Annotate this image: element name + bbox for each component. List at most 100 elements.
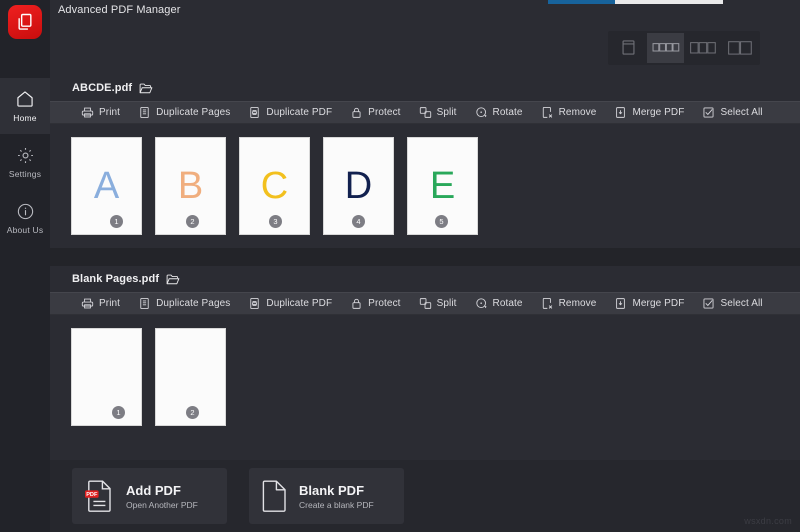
sidebar: Home Settings About Us <box>0 0 50 532</box>
toolbar-rotate[interactable]: Rotate <box>466 101 532 124</box>
checkbox-check-icon <box>702 106 715 119</box>
rotate-icon <box>475 297 488 310</box>
toolbar-duplicate-pdf[interactable]: Duplicate PDF <box>239 101 341 124</box>
view-mode-list[interactable] <box>647 32 684 63</box>
page-thumbnail[interactable]: D 4 <box>324 138 393 234</box>
remove-x-icon <box>541 106 554 119</box>
sidebar-item-home[interactable]: Home <box>0 78 50 134</box>
page-number-badge: 3 <box>269 215 282 228</box>
toolbar-rotate-label: Rotate <box>492 107 523 118</box>
toolbar-remove[interactable]: Remove <box>532 101 606 124</box>
toolbar-merge-pdf[interactable]: Merge PDF <box>605 292 693 315</box>
loading-progress-fill <box>548 0 615 4</box>
toolbar-protect[interactable]: Protect <box>341 292 409 315</box>
printer-icon <box>81 106 94 119</box>
app-title: Advanced PDF Manager <box>58 4 181 16</box>
pdf-file-add-icon: PDF <box>84 479 115 513</box>
loading-progress-bar <box>548 0 723 4</box>
blank-pdf-title: Blank PDF <box>299 482 365 498</box>
page-thumbnail[interactable]: B 2 <box>156 138 225 234</box>
toolbar-remove[interactable]: Remove <box>532 292 606 315</box>
page-thumbnail[interactable]: C 3 <box>240 138 309 234</box>
split-icon <box>419 297 432 310</box>
toolbar-split-label: Split <box>436 107 457 118</box>
document-toolbar: Print Duplicate Pages Duplicate PDF Prot… <box>50 101 800 124</box>
duplicate-pages-icon <box>138 297 151 310</box>
document-section-abcde: ABCDE.pdf Print Duplicate Pages Duplicat… <box>50 75 800 248</box>
toolbar-rotate-label: Rotate <box>492 298 523 309</box>
sidebar-item-label-settings: Settings <box>8 168 42 179</box>
rotate-icon <box>475 106 488 119</box>
section-divider <box>50 248 800 266</box>
toolbar-select-all[interactable]: Select All <box>693 101 771 124</box>
page-letter: D <box>344 165 373 207</box>
toolbar-print[interactable]: Print <box>72 101 129 124</box>
main-area: Advanced PDF Manager ABCDE.pdf Print Dup… <box>50 0 800 532</box>
add-pdf-button[interactable]: PDF Add PDF Open Another PDF <box>72 468 227 524</box>
view-mode-group <box>608 30 760 65</box>
document-header: Blank Pages.pdf <box>50 266 800 292</box>
three-column-icon <box>689 41 716 54</box>
page-number-badge: 1 <box>110 215 123 228</box>
page-thumbnail-list: 1 2 <box>50 315 800 439</box>
document-toolbar: Print Duplicate Pages Duplicate PDF Prot… <box>50 292 800 315</box>
toolbar-print[interactable]: Print <box>72 292 129 315</box>
sidebar-item-about-us[interactable]: About Us <box>0 190 50 246</box>
add-pdf-subtitle: Open Another PDF <box>126 499 198 510</box>
toolbar-split-label: Split <box>436 298 457 309</box>
blank-pdf-subtitle: Create a blank PDF <box>299 499 374 510</box>
open-folder-icon[interactable] <box>166 273 180 286</box>
view-mode-three-column[interactable] <box>684 33 721 63</box>
lock-icon <box>350 106 363 119</box>
sidebar-item-label-about-us: About Us <box>6 224 44 235</box>
toolbar-select-all-label: Select All <box>720 298 763 309</box>
open-folder-icon[interactable] <box>139 82 153 95</box>
toolbar-duplicate-pages[interactable]: Duplicate Pages <box>129 292 239 315</box>
page-letter: A <box>93 165 120 207</box>
duplicate-pdf-icon <box>248 106 261 119</box>
duplicate-pdf-icon <box>248 297 261 310</box>
view-mode-bar <box>50 20 800 75</box>
printer-icon <box>81 297 94 310</box>
lock-icon <box>350 297 363 310</box>
toolbar-merge-pdf-label: Merge PDF <box>632 298 685 309</box>
view-mode-two-column[interactable] <box>721 33 758 63</box>
toolbar-duplicate-pdf-label: Duplicate PDF <box>266 107 333 118</box>
toolbar-select-all[interactable]: Select All <box>693 292 771 315</box>
checkbox-check-icon <box>702 297 715 310</box>
page-thumbnail[interactable]: A 1 <box>72 138 141 234</box>
toolbar-protect-label: Protect <box>368 107 401 118</box>
toolbar-split[interactable]: Split <box>410 292 466 315</box>
toolbar-protect[interactable]: Protect <box>341 101 409 124</box>
document-section-blank-pages: Blank Pages.pdf Print Duplicate Pages Du… <box>50 266 800 439</box>
merge-pdf-icon <box>614 297 627 310</box>
toolbar-duplicate-pages-label: Duplicate Pages <box>156 107 231 118</box>
toolbar-protect-label: Protect <box>368 298 401 309</box>
page-thumbnail[interactable]: E 5 <box>408 138 477 234</box>
toolbar-duplicate-pages[interactable]: Duplicate Pages <box>129 101 239 124</box>
merge-pdf-icon <box>614 106 627 119</box>
toolbar-rotate[interactable]: Rotate <box>466 292 532 315</box>
toolbar-duplicate-pages-label: Duplicate Pages <box>156 298 231 309</box>
page-thumbnail[interactable]: 1 <box>72 329 141 425</box>
document-name: Blank Pages.pdf <box>72 273 160 285</box>
two-column-icon <box>727 40 752 55</box>
page-letter: E <box>429 165 456 207</box>
toolbar-duplicate-pdf[interactable]: Duplicate PDF <box>239 292 341 315</box>
toolbar-select-all-label: Select All <box>720 107 763 118</box>
sidebar-item-settings[interactable]: Settings <box>0 134 50 190</box>
documents-list: ABCDE.pdf Print Duplicate Pages Duplicat… <box>50 75 800 460</box>
blank-pdf-button[interactable]: Blank PDF Create a blank PDF <box>249 468 404 524</box>
home-icon <box>15 89 35 109</box>
page-letter: B <box>177 165 204 207</box>
sidebar-item-label-home: Home <box>13 113 37 123</box>
toolbar-merge-pdf[interactable]: Merge PDF <box>605 101 693 124</box>
remove-x-icon <box>541 297 554 310</box>
page-number-badge: 1 <box>112 406 125 419</box>
toolbar-duplicate-pdf-label: Duplicate PDF <box>266 298 333 309</box>
list-rows-icon <box>652 43 680 52</box>
view-mode-single-page[interactable] <box>610 33 647 63</box>
document-name: ABCDE.pdf <box>72 82 133 94</box>
page-thumbnail[interactable]: 2 <box>156 329 225 425</box>
toolbar-split[interactable]: Split <box>410 101 466 124</box>
